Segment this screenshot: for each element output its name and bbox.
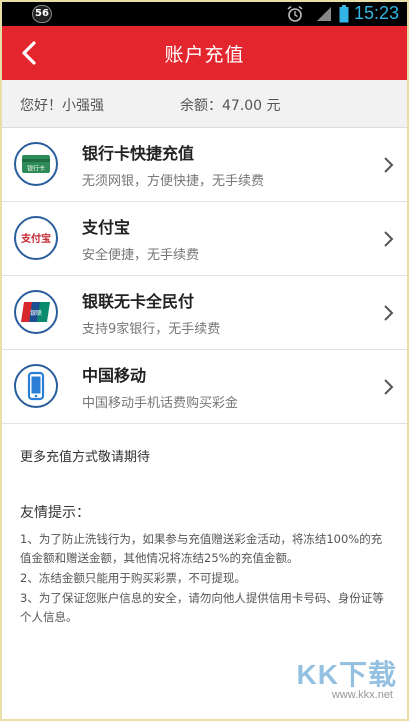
tip-item: 2、冻结金额只能用于购买彩票，不可提现。 xyxy=(20,571,246,585)
payment-method-alipay[interactable]: 支付宝 支付宝 安全便捷，无手续费 xyxy=(2,202,407,276)
svg-text:支付宝: 支付宝 xyxy=(20,232,51,245)
status-bar: 56 15:23 xyxy=(2,2,407,26)
chevron-right-icon xyxy=(384,157,394,173)
payment-method-bank-card[interactable]: 银行卡 银行卡快捷充值 无须网银，方便快捷，无手续费 xyxy=(2,128,407,202)
notification-badge: 56 xyxy=(32,5,52,23)
tip-item: 3、为了保证您账户信息的安全，请勿向他人提供信用卡号码、身份证等个人信息。 xyxy=(20,591,384,624)
payment-method-subtitle: 无须网银，方便快捷，无手续费 xyxy=(82,174,265,189)
alarm-icon xyxy=(287,5,303,22)
svg-text:银联: 银联 xyxy=(30,309,42,317)
payment-method-subtitle: 中国移动手机话费购买彩金 xyxy=(82,396,239,411)
greeting-text: 您好！小强强 xyxy=(20,98,104,114)
payment-method-subtitle: 安全便捷，无手续费 xyxy=(82,248,200,263)
signal-icon xyxy=(317,7,331,21)
payment-method-list: 银行卡 银行卡快捷充值 无须网银，方便快捷，无手续费 支付宝 支付宝 安全便捷，… xyxy=(2,128,407,424)
clock: 15:23 xyxy=(353,3,399,23)
account-summary: 您好！小强强 余额：47.00 元 xyxy=(2,80,407,128)
battery-icon xyxy=(339,5,349,23)
page-title: 账户充值 xyxy=(164,44,245,66)
payment-method-title: 中国移动 xyxy=(82,366,147,385)
mobile-phone-icon xyxy=(14,364,58,408)
unionpay-icon: 银联 xyxy=(14,290,58,334)
svg-text:银行卡: 银行卡 xyxy=(27,165,45,173)
watermark-brand: KK下载 xyxy=(296,659,397,690)
payment-method-unionpay[interactable]: 银联 银联无卡全民付 支持9家银行，无手续费 xyxy=(2,276,407,350)
tip-item: 1、为了防止洗钱行为，如果参与充值赠送彩金活动，将冻结100%的充值金额和赠送金… xyxy=(20,532,383,565)
payment-method-title: 银联无卡全民付 xyxy=(82,292,195,311)
watermark: KK下载 www.kkx.net xyxy=(277,653,397,713)
balance-text: 余额：47.00 元 xyxy=(180,98,281,114)
bank-card-icon: 银行卡 xyxy=(14,142,58,186)
tips-list: 1、为了防止洗钱行为，如果参与充值赠送彩金活动，将冻结100%的充值金额和赠送金… xyxy=(20,530,392,628)
payment-method-china-mobile[interactable]: 中国移动 中国移动手机话费购买彩金 xyxy=(2,350,407,424)
payment-method-subtitle: 支持9家银行，无手续费 xyxy=(82,322,221,337)
chevron-right-icon xyxy=(384,231,394,247)
more-methods-note: 更多充值方式敬请期待 xyxy=(20,450,151,465)
chevron-right-icon xyxy=(384,305,394,321)
chevron-right-icon xyxy=(384,379,394,395)
alipay-icon: 支付宝 xyxy=(14,216,58,260)
app-header: 账户充值 xyxy=(2,26,407,80)
watermark-url: www.kkx.net xyxy=(331,689,393,701)
tips-title: 友情提示： xyxy=(20,505,90,521)
payment-method-title: 银行卡快捷充值 xyxy=(82,144,195,163)
payment-method-title: 支付宝 xyxy=(82,218,131,237)
